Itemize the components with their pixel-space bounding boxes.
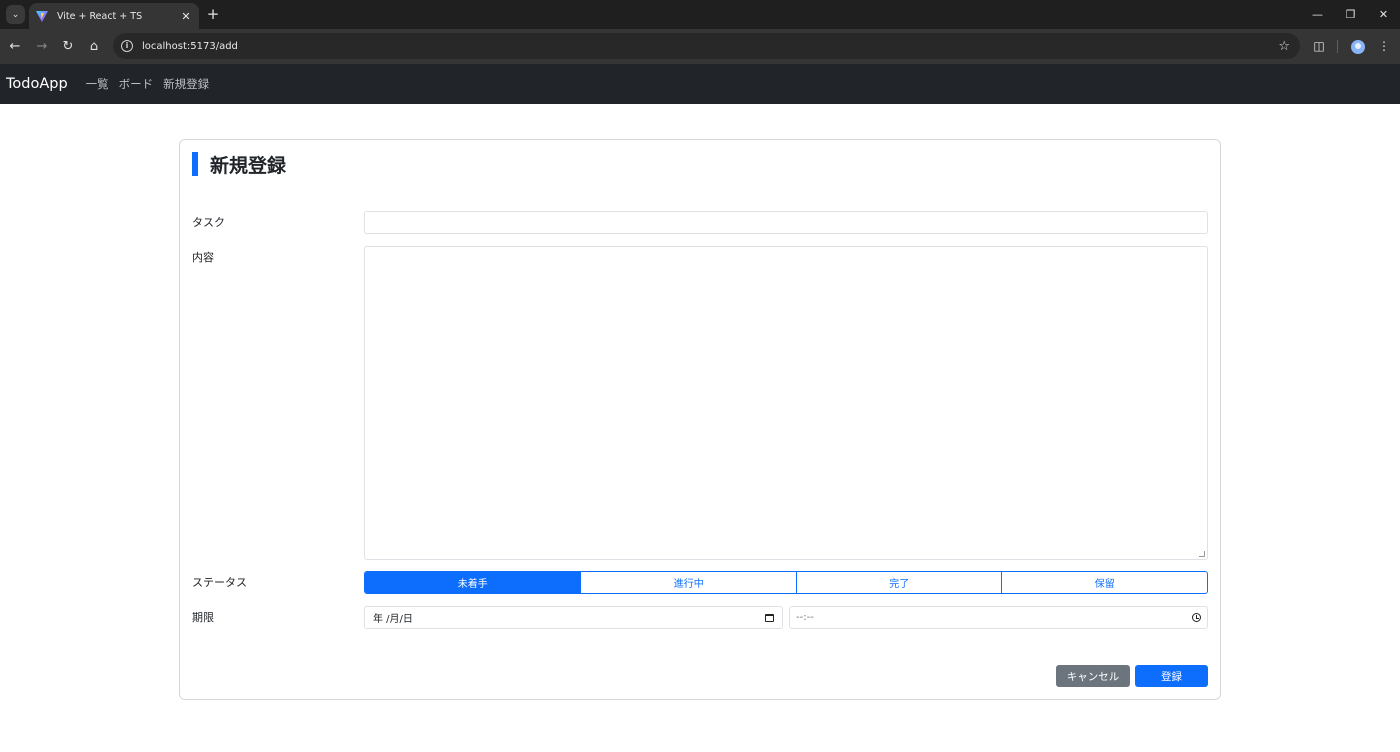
due-label: 期限 (192, 611, 214, 624)
due-time-input[interactable]: --:-- (789, 606, 1208, 629)
browser-tab[interactable]: Vite + React + TS ✕ (29, 3, 199, 29)
browser-toolbar: ← → ↻ ⌂ i localhost:5173/add ☆ ◫ ⋮ (0, 29, 1400, 64)
nav-link-board[interactable]: ボード (119, 76, 154, 92)
window-close-icon[interactable]: ✕ (1367, 0, 1400, 29)
task-label: タスク (192, 216, 225, 229)
minimize-icon[interactable]: — (1301, 0, 1334, 29)
form-card: 新規登録 タスク 内容 ステータス 未着手 進行中 完了 保留 期限 年 /月/… (179, 139, 1221, 700)
resize-handle[interactable] (1199, 551, 1205, 557)
profile-icon[interactable] (1351, 40, 1365, 54)
close-icon[interactable]: ✕ (179, 10, 193, 23)
forward-icon[interactable]: → (33, 37, 51, 55)
url-text[interactable]: localhost:5173/add (142, 41, 1278, 52)
status-option-in-progress[interactable]: 進行中 (580, 572, 795, 593)
extensions-icon[interactable]: ◫ (1311, 37, 1327, 55)
cancel-button[interactable]: キャンセル (1056, 665, 1130, 687)
status-option-done[interactable]: 完了 (795, 572, 1002, 593)
submit-button[interactable]: 登録 (1135, 665, 1208, 687)
toolbar-divider (1337, 40, 1338, 53)
star-icon[interactable]: ☆ (1278, 39, 1290, 54)
status-label: ステータス (192, 576, 247, 589)
page-heading: 新規登録 (192, 152, 287, 177)
app-navbar: TodoApp 一覧 ボード 新規登録 (0, 64, 1400, 104)
plus-icon[interactable]: + (204, 5, 222, 23)
browser-tab-strip: ⌄ Vite + React + TS ✕ + — ❐ ✕ (0, 0, 1400, 29)
menu-icon[interactable]: ⋮ (1376, 37, 1392, 55)
task-input[interactable] (364, 211, 1208, 234)
brand-link[interactable]: TodoApp (6, 76, 68, 92)
time-placeholder: --:-- (796, 612, 814, 623)
status-option-not-started[interactable]: 未着手 (365, 572, 581, 593)
reload-icon[interactable]: ↻ (59, 37, 77, 55)
vite-favicon-icon (36, 11, 48, 22)
tab-title: Vite + React + TS (57, 10, 143, 22)
tab-search-icon[interactable]: ⌄ (6, 5, 25, 24)
home-icon[interactable]: ⌂ (85, 37, 103, 55)
heading-accent-bar (192, 152, 198, 176)
status-option-on-hold[interactable]: 保留 (1001, 572, 1207, 593)
info-icon[interactable]: i (121, 40, 133, 52)
restore-icon[interactable]: ❐ (1334, 0, 1367, 29)
due-date-input[interactable]: 年 /月/日 (364, 606, 783, 629)
content-label: 内容 (192, 251, 214, 264)
nav-link-add[interactable]: 新規登録 (163, 76, 209, 92)
status-button-group: 未着手 進行中 完了 保留 (364, 571, 1208, 594)
nav-link-list[interactable]: 一覧 (86, 76, 109, 92)
clock-icon[interactable] (1192, 613, 1201, 622)
calendar-icon[interactable] (765, 613, 774, 622)
address-bar[interactable]: i localhost:5173/add ☆ (113, 33, 1300, 59)
window-controls: — ❐ ✕ (1301, 0, 1400, 29)
back-icon[interactable]: ← (6, 37, 24, 55)
content-textarea[interactable] (364, 246, 1208, 560)
page-title: 新規登録 (210, 154, 287, 177)
date-placeholder: 年 /月/日 (373, 614, 413, 625)
